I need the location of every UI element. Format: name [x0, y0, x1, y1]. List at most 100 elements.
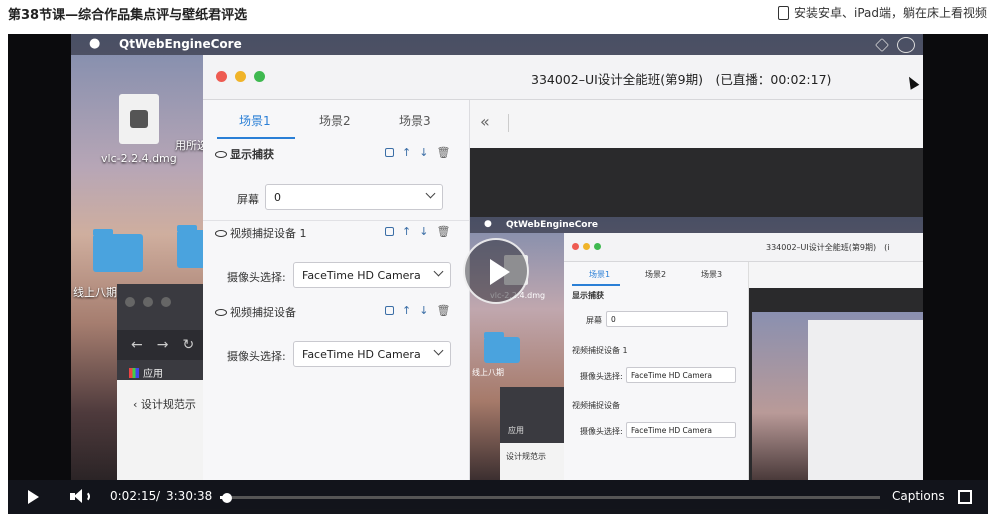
apple-icon: ●	[89, 36, 101, 51]
captions-button[interactable]: Captions	[892, 489, 945, 503]
trash-icon: 🗑	[436, 225, 451, 238]
folder-label: 线上八期	[73, 286, 117, 299]
collapse-left-icon: «	[480, 112, 490, 131]
apps-grid-icon	[129, 367, 139, 378]
preview-pane: « ● QtWebEngineCore vlc-2.2.4.dmg 线上八期 应…	[470, 100, 923, 480]
section-tools: ↑ ↓ 🗑	[385, 304, 450, 317]
maximize-icon	[254, 71, 265, 82]
divider	[508, 114, 509, 132]
browser-apps: 应用	[129, 365, 163, 380]
nested-browser: 应用 设计规范示	[500, 387, 564, 480]
section-tools: ↑ ↓ 🗑	[385, 146, 450, 159]
nested-titlebar: 334002–UI设计全能班(第9期) (i	[564, 233, 923, 262]
nested-scene-panel: 场景1 场景2 场景3 显示捕获 屏幕 0 视频捕捉设备 1 摄像头选择: Fa…	[564, 262, 749, 480]
recursive-window	[808, 320, 923, 480]
close-icon	[572, 243, 579, 250]
select-value: FaceTime HD Camera	[631, 426, 712, 435]
dmg-file-icon	[119, 94, 159, 144]
trash-icon: 🗑	[436, 146, 451, 159]
section-title: 视频捕捉设备	[230, 306, 296, 319]
tab-scene-1: 场景1	[589, 270, 611, 279]
section-title: 视频捕捉设备	[572, 401, 620, 410]
up-arrow-icon: ↑	[402, 146, 412, 159]
section-heading: 视频捕捉设备	[215, 304, 296, 320]
down-arrow-icon: ↓	[419, 225, 429, 238]
browser-breadcrumb: ‹ 设计规范示	[133, 398, 196, 411]
scene-panel: 场景1 场景2 场景3 显示捕获 ↑ ↓ 🗑 屏幕 0 视频捕捉设备 1 ↑ ↓…	[203, 100, 470, 480]
section-heading: 视频捕捉设备 1	[215, 225, 307, 241]
volume-icon[interactable]	[70, 489, 90, 505]
field-label: 摄像头选择:	[227, 350, 286, 363]
tab-scene-1: 场景1	[239, 114, 271, 128]
down-arrow-icon: ↓	[419, 146, 429, 159]
window-dot	[143, 297, 153, 307]
player-controls: 0:02:15 / 3:30:38 Captions	[8, 480, 988, 514]
browser-nav-icons: ← → ↻	[131, 337, 195, 353]
mac-menubar: ● QtWebEngineCore	[71, 34, 923, 55]
field-label: 屏幕	[237, 193, 259, 206]
up-arrow-icon: ↑	[402, 304, 412, 317]
section-title: 视频捕捉设备 1	[230, 227, 307, 240]
progress-bar[interactable]	[220, 492, 880, 503]
section-tools: ↑ ↓ 🗑	[385, 225, 450, 238]
eye-icon	[215, 308, 227, 316]
camera-select: FaceTime HD Camera	[293, 341, 451, 367]
page-header: 第38节课—综合作品集点评与壁纸君评选 安装安卓、iPad端，躺在床上看视频	[0, 0, 997, 34]
video-player[interactable]: ● QtWebEngineCore vlc-2.2.4.dmg 用所选 线上八期…	[8, 34, 988, 514]
folder-icon	[484, 332, 520, 363]
minimize-icon	[583, 243, 590, 250]
camera-select: FaceTime HD Camera	[626, 367, 736, 383]
nested-breadcrumb: 设计规范示	[506, 452, 546, 461]
select-value: FaceTime HD Camera	[302, 348, 421, 361]
collapse-icon	[385, 227, 394, 236]
field-label: 摄像头选择:	[580, 372, 623, 381]
tab-scene-3: 场景3	[701, 270, 723, 279]
tablet-icon	[777, 5, 789, 20]
eye-icon	[215, 229, 227, 237]
center-play-button[interactable]	[463, 238, 529, 304]
fullscreen-icon[interactable]	[958, 490, 972, 504]
active-tab-indicator	[217, 137, 295, 139]
select-value: 0	[611, 315, 616, 324]
nested-preview-header	[749, 262, 923, 288]
app-promo-text: 安装安卓、iPad端，躺在床上看视频	[793, 6, 987, 20]
minimize-icon	[235, 71, 246, 82]
tab-scene-3: 场景3	[399, 114, 431, 128]
menubar-app-name: QtWebEngineCore	[119, 37, 242, 51]
send-icon	[875, 38, 889, 52]
window-dot	[125, 297, 135, 307]
divider	[203, 220, 469, 221]
eye-icon	[215, 150, 227, 158]
nested-screen: ● QtWebEngineCore vlc-2.2.4.dmg 线上八期 应用 …	[470, 217, 923, 480]
screen-select: 0	[606, 311, 728, 327]
select-value: FaceTime HD Camera	[302, 269, 421, 282]
screen-select: 0	[265, 184, 443, 210]
creative-cloud-icon	[897, 37, 915, 53]
progress-handle[interactable]	[222, 492, 233, 503]
window-dot	[161, 297, 171, 307]
app-download-link[interactable]: 安装安卓、iPad端，躺在床上看视频	[777, 4, 987, 21]
play-icon[interactable]	[28, 490, 39, 504]
dmg-file-label: vlc-2.2.4.dmg	[101, 152, 177, 165]
active-tab-indicator	[572, 284, 620, 286]
down-arrow-icon: ↓	[419, 304, 429, 317]
lesson-title: 第38节课—综合作品集点评与壁纸君评选	[8, 8, 248, 23]
folder-icon	[93, 229, 143, 272]
recursive-screen	[752, 312, 923, 480]
up-arrow-icon: ↑	[402, 225, 412, 238]
section-title: 显示捕获	[230, 148, 274, 161]
nested-window-title: 334002–UI设计全能班(第9期) (i	[766, 243, 890, 252]
chevron-down-icon	[433, 266, 444, 277]
breadcrumb-text: 设计规范示	[140, 398, 196, 411]
chevron-down-icon	[425, 188, 436, 199]
section-title: 显示捕获	[572, 291, 604, 300]
field-label: 屏幕	[586, 316, 602, 325]
close-icon	[216, 71, 227, 82]
trash-icon: 🗑	[436, 304, 451, 317]
field-label: 摄像头选择:	[580, 427, 623, 436]
select-value: 0	[274, 191, 281, 204]
preview-header: «	[470, 100, 923, 148]
browser-content	[117, 380, 207, 480]
collapse-icon	[385, 148, 394, 157]
chevron-down-icon	[433, 345, 444, 356]
